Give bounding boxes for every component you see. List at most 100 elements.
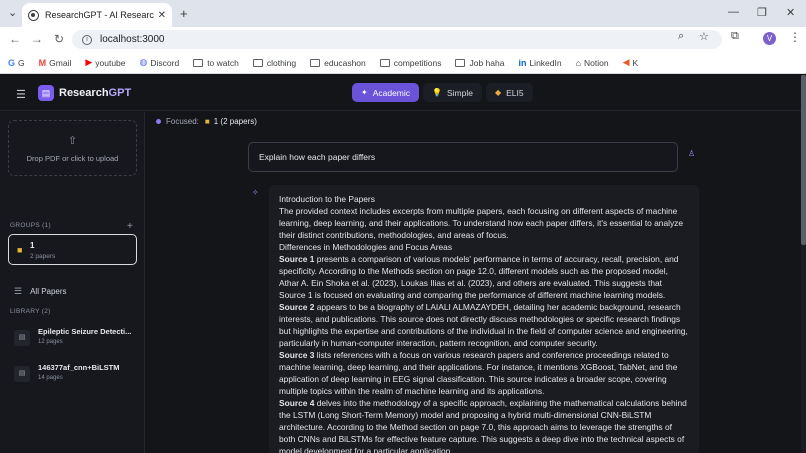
url-text: localhost:3000 (100, 34, 165, 45)
reload-icon[interactable]: ↻ (54, 32, 64, 46)
window-minimize-button[interactable]: — (728, 6, 739, 18)
back-arrow-icon[interactable]: ← (9, 32, 21, 46)
mode-academic-button[interactable]: ✦ Academic (352, 83, 420, 102)
mode-eli5-button[interactable]: ◆ ELI5 (485, 83, 533, 102)
answer-heading: Differences in Methodologies and Focus A… (279, 242, 453, 252)
document-icon: ▤ (14, 330, 30, 346)
bookmark-gmail[interactable]: M Gmail (39, 58, 72, 68)
eli5-icon: ◆ (494, 88, 502, 97)
bookmark-star-icon[interactable]: ☆ (699, 30, 709, 43)
library-item-name: Epileptic Seizure Detecti... (38, 327, 132, 336)
bookmark-linkedin[interactable]: in LinkedIn (518, 58, 561, 68)
folder-icon (252, 58, 263, 67)
app-brand: ResearchGPT (59, 87, 132, 99)
address-bar-row: ← → ↻ i localhost:3000 ⌕ ☆ ⧉ (0, 27, 806, 52)
browser-tab-bar: ⌄ ResearchGPT - AI Research Pap ✕ + — ❐ … (0, 0, 806, 27)
group-count: 2 papers (30, 253, 56, 260)
bookmark-youtube[interactable]: ▶ youtube (85, 57, 125, 68)
upload-text: Drop PDF or click to upload (26, 154, 119, 163)
all-papers-item[interactable]: ☰ All Papers (14, 286, 67, 297)
answer-paragraph: The provided context includes excerpts f… (279, 206, 684, 240)
extensions-icon[interactable]: ⧉ (731, 30, 739, 43)
focus-indicator: Focused: ■ 1 (2 papers) (156, 117, 257, 126)
folder-icon (193, 58, 204, 67)
research-app: ☰ ▤ ResearchGPT ✦ Academic 💡 Simple ◆ ELI5 … (0, 75, 806, 453)
page-scrollbar[interactable] (801, 75, 806, 453)
bookmark-clothing[interactable]: clothing (252, 58, 296, 68)
new-tab-button[interactable]: + (180, 6, 188, 21)
user-message: Explain how each paper differs (248, 142, 678, 172)
answer-paragraph: Source 1 presents a comparison of variou… (279, 254, 679, 300)
assistant-message: Introduction to the Papers The provided … (269, 185, 699, 453)
upload-icon: ⇧ (67, 135, 78, 147)
app-logo-icon: ▤ (38, 85, 54, 101)
forward-arrow-icon[interactable]: → (31, 32, 43, 46)
linkedin-icon: in (518, 57, 527, 68)
bookmark-educashon[interactable]: educashon (310, 58, 366, 68)
site-info-icon[interactable]: i (82, 34, 92, 45)
papers-icon: ☰ (14, 286, 23, 296)
youtube-icon: ▶ (85, 57, 93, 67)
gmail-icon: M (38, 57, 47, 68)
bookmark-k[interactable]: ◀ K (623, 57, 639, 68)
bookmarks-bar: GG M Gmail ▶ youtube ◍ Discord to watch clo… (0, 52, 806, 74)
folder-icon (455, 58, 466, 67)
answer-heading: Introduction to the Papers (279, 194, 375, 204)
browser-menu-icon[interactable]: ⋮ (789, 30, 801, 44)
zoom-icon[interactable]: ⌕ (678, 30, 684, 43)
bookmark-job-haha[interactable]: Job haha (455, 58, 504, 68)
mode-switcher: ✦ Academic 💡 Simple ◆ ELI5 (352, 83, 533, 102)
discord-icon: ◍ (139, 57, 148, 67)
assistant-icon: ✧ (252, 188, 259, 197)
folder-icon: ■ (204, 117, 210, 126)
add-group-button[interactable]: + (127, 221, 133, 232)
library-item[interactable]: ▤ 146377af_cnn+BiLSTM 14 pages (10, 359, 138, 389)
tab-close-icon[interactable]: ✕ (158, 10, 166, 21)
status-dot (156, 119, 161, 124)
folder-icon (379, 58, 390, 67)
chat-panel: Focused: ■ 1 (2 papers) Explain how each… (146, 112, 801, 453)
bookmark-notion[interactable]: ⌂ Notion (576, 58, 609, 68)
group-item-1[interactable]: ■ 1 2 papers (8, 234, 137, 265)
mode-simple-button[interactable]: 💡 Simple (423, 83, 482, 102)
bookmark-discord[interactable]: ◍ Discord (140, 57, 180, 68)
app-header: ☰ ▤ ResearchGPT ✦ Academic 💡 Simple ◆ ELI5 (0, 75, 806, 111)
library-item[interactable]: ▤ Epileptic Seizure Detecti... 12 pages (10, 323, 138, 353)
window-close-button[interactable]: ✕ (786, 6, 795, 19)
answer-paragraph: Source 4 delves into the methodology of … (279, 398, 687, 453)
k-icon: ◀ (622, 57, 630, 67)
group-name: 1 (30, 241, 35, 250)
library-heading: LIBRARY (2) (10, 308, 51, 315)
lightbulb-icon: 💡 (432, 88, 442, 97)
tab-favicon-icon (28, 9, 39, 21)
window-maximize-button[interactable]: ❐ (757, 6, 767, 19)
all-papers-label: All Papers (30, 287, 67, 296)
scrollbar-thumb[interactable] (801, 75, 806, 245)
bookmark-google[interactable]: GG (8, 58, 25, 68)
tab-title: ResearchGPT - AI Research Pap (45, 10, 154, 20)
pdf-upload-dropzone[interactable]: ⇧ Drop PDF or click to upload (8, 120, 137, 176)
sidebar: ⇧ Drop PDF or click to upload GROUPS (1)… (0, 112, 145, 453)
browser-tab[interactable]: ResearchGPT - AI Research Pap ✕ (22, 3, 172, 27)
url-input[interactable]: i localhost:3000 (72, 30, 722, 49)
academic-icon: ✦ (361, 88, 368, 97)
menu-icon[interactable]: ☰ (16, 88, 26, 101)
bookmark-to-watch[interactable]: to watch (193, 58, 239, 68)
answer-paragraph: Source 2 appears to be a biography of LA… (279, 302, 688, 348)
bookmark-competitions[interactable]: competitions (379, 58, 441, 68)
tab-list-icon[interactable]: ⌄ (8, 6, 17, 19)
library-item-name: 146377af_cnn+BiLSTM (38, 363, 120, 372)
user-icon: ♙ (688, 149, 696, 158)
folder-icon (310, 58, 321, 67)
answer-paragraph: Source 3 lists references with a focus o… (279, 350, 678, 396)
document-icon: ▤ (14, 366, 30, 382)
notion-icon: ⌂ (575, 57, 582, 68)
folder-icon: ■ (17, 245, 23, 255)
focused-label: Focused: (166, 117, 199, 126)
focused-value: 1 (2 papers) (213, 117, 257, 126)
profile-avatar[interactable]: V (763, 32, 776, 45)
google-icon: G (8, 57, 16, 68)
library-item-pages: 14 pages (38, 375, 63, 381)
groups-heading: GROUPS (1) (10, 222, 51, 229)
library-item-pages: 12 pages (38, 339, 63, 345)
